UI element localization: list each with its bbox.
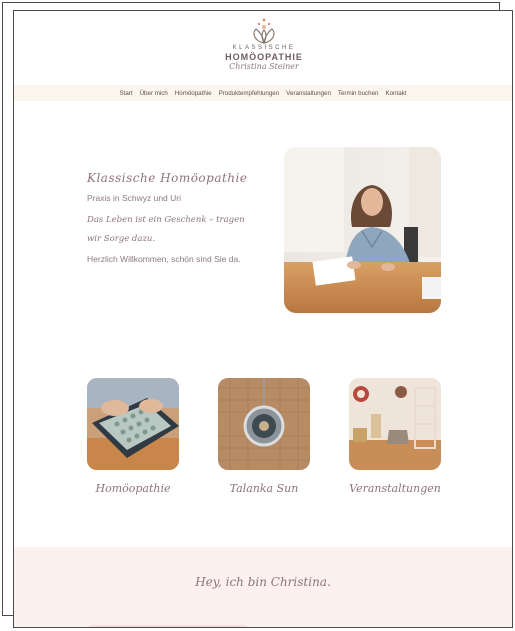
- main-navigation: Start Über mich Homöopathie Produktempfe…: [14, 85, 512, 101]
- hero-text: Klassische Homöopathie Praxis in Schwyz …: [87, 171, 257, 266]
- logo-signature: Christina Steiner: [229, 62, 299, 71]
- hero-photo: [284, 147, 441, 313]
- portrait-image: [284, 147, 441, 313]
- tile-caption-veranstaltungen[interactable]: Veranstaltungen: [349, 482, 441, 495]
- tile-caption-homoeopathie[interactable]: Homöopathie: [87, 482, 179, 495]
- nav-item-produktempfehlungen[interactable]: Produktempfehlungen: [219, 90, 280, 97]
- hero-welcome: Herzlich Willkommen, schön sind Sie da.: [87, 254, 241, 264]
- about-section: Hey, ich bin Christina.: [14, 547, 512, 627]
- about-image-top-edge: [88, 625, 248, 627]
- nav-item-homoeopathie[interactable]: Homöopathie: [175, 90, 212, 97]
- site-logo[interactable]: KLASSISCHE HOMÖOPATHIE Christina Steiner: [214, 17, 314, 87]
- tile-caption-talanka-sun[interactable]: Talanka Sun: [218, 482, 310, 495]
- nav-item-termin-buchen[interactable]: Termin buchen: [338, 90, 379, 97]
- hero-title: Klassische Homöopathie: [87, 171, 248, 185]
- logo-line1: KLASSISCHE: [232, 45, 296, 51]
- hero-subtitle: Praxis in Schwyz und Uri: [87, 193, 182, 203]
- room-interior-image: [349, 378, 441, 470]
- logo-line2: HOMÖOPATHIE: [225, 52, 303, 62]
- nav-item-kontakt[interactable]: Kontakt: [385, 90, 406, 97]
- hero-quote: Das Leben ist ein Geschenk – tragen wir …: [87, 215, 245, 244]
- tile-veranstaltungen[interactable]: [349, 378, 441, 470]
- remedy-box-image: [87, 378, 179, 470]
- pendant-image: [218, 378, 310, 470]
- nav-item-start[interactable]: Start: [120, 90, 133, 97]
- tile-homoeopathie[interactable]: [87, 378, 179, 470]
- nav-item-veranstaltungen[interactable]: Veranstaltungen: [286, 90, 331, 97]
- tile-talanka-sun[interactable]: [218, 378, 310, 470]
- page: KLASSISCHE HOMÖOPATHIE Christina Steiner…: [13, 10, 513, 628]
- nav-item-ueber-mich[interactable]: Über mich: [140, 90, 168, 97]
- leaf-logo-icon: [253, 18, 275, 45]
- about-title: Hey, ich bin Christina.: [195, 575, 331, 589]
